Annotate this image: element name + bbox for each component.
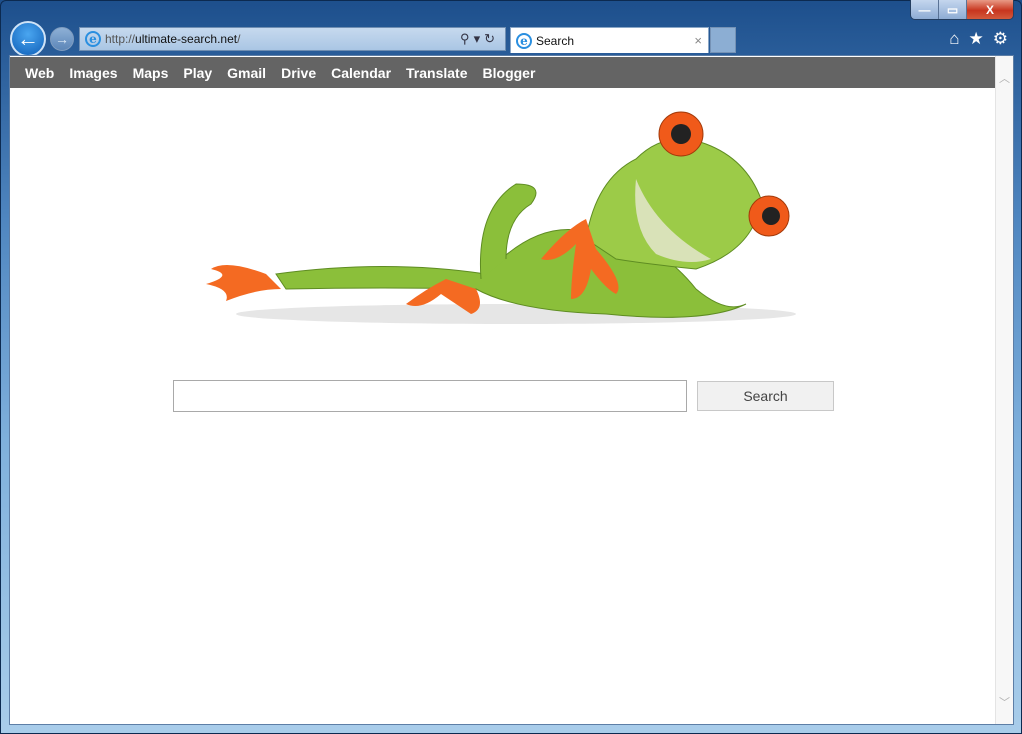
page-content: Web Images Maps Play Gmail Drive Calenda… [9, 55, 1014, 725]
arrow-left-icon: ← [17, 26, 39, 51]
nav-images[interactable]: Images [69, 65, 117, 81]
url-host: ultimate-search.net [135, 32, 238, 46]
new-tab-button[interactable] [710, 27, 736, 53]
star-icon[interactable]: ★ [969, 29, 984, 49]
tab-title: Search [536, 33, 575, 48]
tab-close-icon[interactable]: × [694, 33, 702, 48]
tab-search[interactable]: e Search × [510, 27, 709, 53]
minimize-button[interactable]: — [911, 0, 939, 19]
nav-play[interactable]: Play [183, 65, 212, 81]
search-button[interactable]: Search [697, 381, 834, 411]
nav-gmail[interactable]: Gmail [227, 65, 266, 81]
top-nav: Web Images Maps Play Gmail Drive Calenda… [10, 57, 996, 88]
ie-logo-icon: e [516, 32, 532, 49]
arrow-right-icon: → [55, 31, 69, 47]
refresh-icon[interactable]: ↻ [484, 31, 499, 46]
nav-drive[interactable]: Drive [281, 65, 316, 81]
vertical-scrollbar[interactable]: ︿ ﹀ [995, 56, 1013, 724]
address-bar[interactable]: e http://ultimate-search.net / ⚲▾↻ [79, 27, 506, 51]
nav-translate[interactable]: Translate [406, 65, 467, 81]
back-button[interactable]: ← [10, 21, 46, 57]
frog-hero-image [206, 111, 796, 324]
ie-logo-icon: e [85, 31, 101, 47]
nav-web[interactable]: Web [25, 65, 54, 81]
home-icon[interactable]: ⌂ [949, 29, 959, 49]
close-button[interactable]: X [967, 0, 1013, 19]
forward-button[interactable]: → [50, 27, 74, 51]
url-prefix: http:// [105, 32, 136, 46]
maximize-button[interactable]: ▭ [939, 0, 967, 19]
gear-icon[interactable]: ⚙ [993, 29, 1008, 49]
dropdown-icon[interactable]: ▾ [474, 31, 485, 46]
search-input[interactable] [173, 380, 687, 412]
search-icon[interactable]: ⚲ [460, 31, 474, 46]
nav-maps[interactable]: Maps [133, 65, 169, 81]
chevron-up-icon[interactable]: ︿ [996, 70, 1013, 86]
window-controls: — ▭ X [910, 0, 1014, 20]
chevron-down-icon[interactable]: ﹀ [996, 694, 1013, 710]
nav-blogger[interactable]: Blogger [483, 65, 536, 81]
url-suffix: / [237, 32, 241, 46]
nav-calendar[interactable]: Calendar [331, 65, 391, 81]
